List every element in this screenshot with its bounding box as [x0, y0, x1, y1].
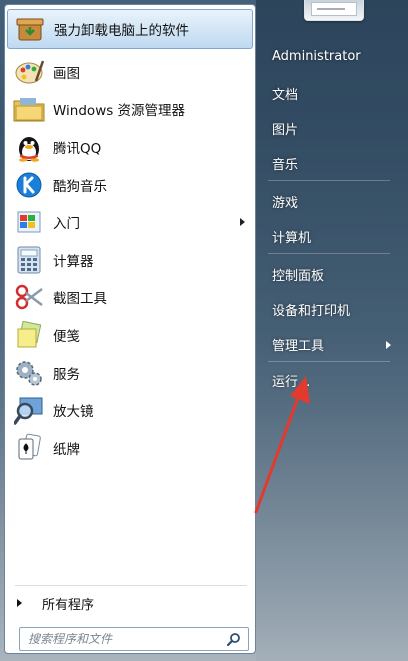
- right-item-admin-tools[interactable]: 管理工具: [272, 335, 394, 354]
- all-programs-button[interactable]: 所有程序: [17, 593, 94, 613]
- kugou-k-icon: [13, 169, 45, 201]
- program-label: 腾讯QQ: [53, 140, 102, 157]
- program-item-getting-started[interactable]: 入门: [7, 203, 253, 241]
- program-item-paint[interactable]: 画图: [7, 53, 253, 91]
- program-label: 入门: [53, 216, 80, 233]
- search-box: [19, 627, 249, 651]
- program-item-services[interactable]: 服务: [7, 354, 253, 392]
- right-item-pictures[interactable]: 图片: [272, 119, 298, 138]
- user-picture-image: [311, 2, 357, 16]
- submenu-arrow-icon: [386, 340, 391, 349]
- program-item-snipping-tool[interactable]: 截图工具: [7, 279, 253, 317]
- program-label: 酷狗音乐: [53, 178, 107, 195]
- user-picture[interactable]: [304, 0, 364, 21]
- program-item-qq[interactable]: 腾讯QQ: [7, 128, 253, 166]
- programs-panel: 强力卸载电脑上的软件 画图 Windows 资源管理器 腾讯QQ 酷狗音乐 入门…: [4, 4, 256, 654]
- right-item-games[interactable]: 游戏: [272, 192, 298, 211]
- divider: [15, 585, 247, 586]
- search-input[interactable]: [20, 628, 224, 650]
- scissors-icon: [13, 281, 45, 313]
- right-item-music[interactable]: 音乐: [272, 154, 298, 173]
- program-item-calculator[interactable]: 计算器: [7, 241, 253, 279]
- magnifier-icon: [13, 394, 45, 426]
- program-item-kugou[interactable]: 酷狗音乐: [7, 166, 253, 204]
- program-label: 纸牌: [53, 441, 80, 458]
- submenu-arrow-icon: [240, 218, 245, 227]
- program-label: 服务: [53, 366, 80, 383]
- right-item-administrator[interactable]: Administrator: [272, 49, 361, 64]
- gears-icon: [13, 357, 45, 389]
- sticky-note-icon: [13, 319, 45, 351]
- program-label: 便笺: [53, 328, 80, 345]
- program-label: 截图工具: [53, 291, 107, 308]
- start-menu: 强力卸载电脑上的软件 画图 Windows 资源管理器 腾讯QQ 酷狗音乐 入门…: [0, 0, 408, 661]
- program-item-uninstall[interactable]: 强力卸载电脑上的软件: [7, 9, 253, 49]
- program-list: 强力卸载电脑上的软件 画图 Windows 资源管理器 腾讯QQ 酷狗音乐 入门…: [7, 9, 253, 467]
- annotation-arrow-icon: [254, 376, 310, 514]
- program-label: Windows 资源管理器: [53, 103, 186, 120]
- right-divider: [268, 253, 390, 254]
- right-item-label: 管理工具: [272, 339, 325, 354]
- solitaire-cards-icon: [13, 432, 45, 464]
- program-label: 计算器: [53, 253, 94, 270]
- search-icon[interactable]: [224, 629, 244, 649]
- all-programs-label: 所有程序: [42, 597, 95, 613]
- program-label: 画图: [53, 65, 80, 82]
- program-item-explorer[interactable]: Windows 资源管理器: [7, 91, 253, 129]
- right-item-control-panel[interactable]: 控制面板: [272, 265, 324, 284]
- getting-started-icon: [13, 206, 45, 238]
- right-item-computer[interactable]: 计算机: [272, 227, 311, 246]
- program-item-magnifier[interactable]: 放大镜: [7, 391, 253, 429]
- program-item-sticky-notes[interactable]: 便笺: [7, 316, 253, 354]
- program-item-solitaire[interactable]: 纸牌: [7, 429, 253, 467]
- right-item-devices-printers[interactable]: 设备和打印机: [272, 300, 350, 319]
- program-label: 放大镜: [53, 404, 94, 421]
- folder-explorer-icon: [13, 93, 45, 125]
- calculator-icon: [13, 244, 45, 276]
- expand-arrow-icon: [17, 599, 22, 607]
- program-label: 强力卸载电脑上的软件: [54, 23, 189, 39]
- right-item-documents[interactable]: 文档: [272, 84, 298, 103]
- uninstall-box-icon: [14, 13, 46, 45]
- right-divider: [268, 180, 390, 181]
- paint-palette-icon: [13, 56, 45, 88]
- qq-penguin-icon: [13, 131, 45, 163]
